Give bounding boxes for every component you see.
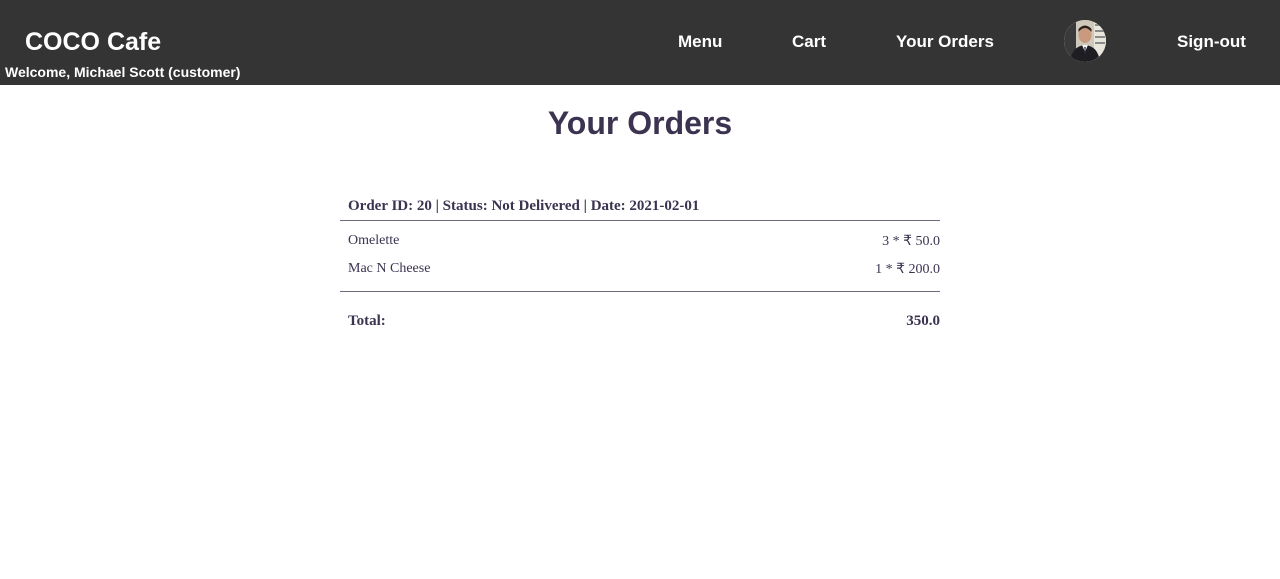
nav-cart-link[interactable]: Cart xyxy=(792,32,826,52)
order-item: Mac N Cheese 1 * ₹ 200.0 xyxy=(340,255,940,283)
order-card: Order ID: 20 | Status: Not Delivered | D… xyxy=(340,193,940,335)
navbar: COCO Cafe Welcome, Michael Scott (custom… xyxy=(0,0,1280,85)
page-title: Your Orders xyxy=(547,105,733,141)
order-item-qty-price: 1 * ₹ 200.0 xyxy=(875,261,940,277)
order-total-value: 350.0 xyxy=(906,312,940,329)
order-items-list: Omelette 3 * ₹ 50.0 Mac N Cheese 1 * ₹ 2… xyxy=(340,221,940,292)
order-item-name: Omelette xyxy=(348,233,400,248)
order-total-label: Total: xyxy=(348,312,386,329)
brand-logo-link[interactable]: COCO Cafe xyxy=(25,26,161,58)
avatar-profile-icon[interactable] xyxy=(1064,20,1106,62)
nav-menu-link[interactable]: Menu xyxy=(678,32,722,52)
order-total-row: Total: 350.0 xyxy=(340,307,940,335)
sign-out-link[interactable]: Sign-out xyxy=(1177,32,1246,52)
order-item: Omelette 3 * ₹ 50.0 xyxy=(340,227,940,255)
order-item-qty-price: 3 * ₹ 50.0 xyxy=(882,233,940,249)
nav-your-orders-link[interactable]: Your Orders xyxy=(896,32,994,52)
welcome-message: Welcome, Michael Scott (customer) xyxy=(5,64,241,80)
avatar-icon xyxy=(1064,20,1106,62)
order-item-name: Mac N Cheese xyxy=(348,261,431,276)
order-header: Order ID: 20 | Status: Not Delivered | D… xyxy=(340,193,940,221)
